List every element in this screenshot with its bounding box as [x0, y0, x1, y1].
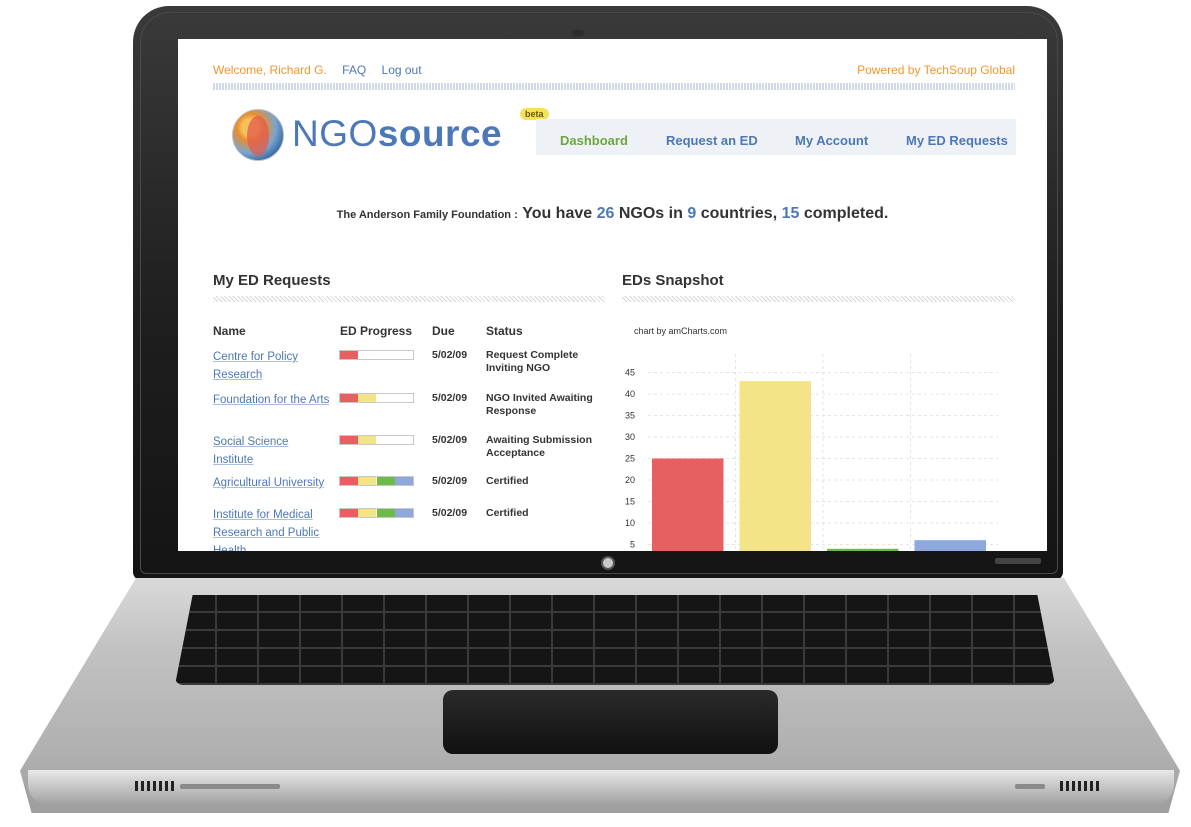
column-header-status: Status	[486, 324, 523, 338]
top-divider	[213, 83, 1015, 90]
progress-segment	[395, 509, 413, 517]
progress-bar	[339, 476, 414, 486]
speaker-grille-right	[1060, 781, 1102, 791]
ngo-count: 26	[596, 205, 615, 222]
progress-segment	[377, 477, 395, 485]
top-bar: Welcome, Richard G. FAQ Log out Powered …	[213, 63, 1015, 77]
logo-wordmark: NGOsource	[292, 113, 502, 155]
due-date: 5/02/09	[432, 507, 468, 519]
screen: Welcome, Richard G. FAQ Log out Powered …	[178, 39, 1047, 551]
column-header-due: Due	[432, 324, 455, 338]
progress-segment	[340, 436, 358, 444]
request-name-link[interactable]: Centre for Policy Research	[213, 348, 331, 384]
progress-segment	[340, 351, 358, 359]
org-name: The Anderson Family Foundation :	[336, 209, 518, 221]
request-name-link[interactable]: Institute for Medical Research and Publi…	[213, 506, 331, 551]
nav-dashboard[interactable]: Dashboard	[560, 133, 628, 148]
progress-segment	[377, 509, 395, 517]
ed-requests-divider	[213, 296, 605, 302]
column-header-progress: ED Progress	[340, 324, 413, 338]
status-text: NGO Invited Awaiting Response	[486, 392, 593, 417]
summary-countries: countries,	[700, 205, 778, 222]
y-tick-label: 20	[625, 475, 635, 485]
progress-segment	[340, 394, 358, 402]
faq-link[interactable]: FAQ	[342, 63, 366, 77]
due-date: 5/02/09	[432, 434, 468, 446]
y-tick-label: 10	[625, 518, 635, 528]
logo-source: source	[377, 113, 503, 154]
main-nav: Dashboard Request an ED My Account My ED…	[536, 119, 1016, 155]
y-tick-label: 15	[625, 497, 635, 507]
progress-segment	[340, 509, 358, 517]
status-text: Request Complete Inviting NGO	[486, 349, 579, 374]
chart-bar	[652, 458, 724, 551]
status-text: Certified	[486, 507, 529, 519]
chart-credit: chart by amCharts.com	[634, 326, 728, 336]
progress-segment	[358, 436, 376, 444]
summary-you-have: You have	[522, 205, 593, 222]
summary-ngos-in: NGOs in	[618, 205, 683, 222]
request-name-link[interactable]: Foundation for the Arts	[213, 391, 331, 409]
hinge-label	[995, 558, 1041, 564]
request-name-link[interactable]: Agricultural University	[213, 474, 338, 492]
progress-bar	[339, 435, 414, 445]
keyboard	[175, 595, 1055, 685]
front-badge-left	[180, 784, 280, 789]
chart-bar	[739, 381, 811, 551]
nav-my-account[interactable]: My Account	[795, 133, 868, 148]
country-count: 9	[687, 205, 697, 222]
y-tick-label: 30	[625, 432, 635, 442]
status-text: Awaiting Submission Acceptance	[486, 434, 592, 459]
summary-line: The Anderson Family Foundation : You hav…	[178, 205, 1047, 223]
progress-segment	[358, 509, 376, 517]
ed-requests-title: My ED Requests	[213, 272, 331, 289]
eds-snapshot-divider	[622, 296, 1015, 302]
brand-logo-icon	[601, 556, 615, 570]
eds-snapshot-title: EDs Snapshot	[622, 272, 724, 289]
webcam	[572, 30, 584, 36]
front-badge-right	[1015, 784, 1045, 789]
eds-snapshot-chart: 5 10 15 20 25 30 35 40 45	[625, 354, 998, 551]
chart-bar	[827, 548, 899, 551]
logout-link[interactable]: Log out	[382, 63, 422, 77]
progress-bar	[339, 350, 414, 360]
welcome-text: Welcome, Richard G.	[213, 63, 327, 77]
y-tick-label: 35	[625, 411, 635, 421]
y-tick-label: 5	[630, 540, 635, 550]
chart-bar	[914, 540, 986, 551]
touchpad	[443, 690, 778, 754]
progress-segment	[358, 477, 376, 485]
progress-segment	[395, 477, 413, 485]
column-header-name: Name	[213, 324, 246, 338]
speaker-grille-left	[135, 781, 177, 791]
nav-my-ed-requests[interactable]: My ED Requests	[906, 133, 1008, 148]
nav-request-ed[interactable]: Request an ED	[666, 133, 758, 148]
request-name-link[interactable]: Social Science Institute	[213, 433, 331, 469]
progress-bar	[339, 393, 414, 403]
summary-completed: completed.	[803, 205, 889, 222]
logo-ngo: NGO	[292, 113, 378, 154]
progress-bar	[339, 508, 414, 518]
powered-by-text: Powered by TechSoup Global	[857, 63, 1015, 77]
due-date: 5/02/09	[432, 475, 468, 487]
progress-segment	[358, 394, 376, 402]
y-tick-label: 45	[625, 368, 635, 378]
y-tick-label: 25	[625, 454, 635, 464]
completed-count: 15	[781, 205, 800, 222]
status-text: Certified	[486, 475, 529, 487]
due-date: 5/02/09	[432, 392, 468, 404]
globe-icon	[232, 109, 284, 161]
y-tick-label: 40	[625, 389, 635, 399]
due-date: 5/02/09	[432, 349, 468, 361]
progress-segment	[340, 477, 358, 485]
